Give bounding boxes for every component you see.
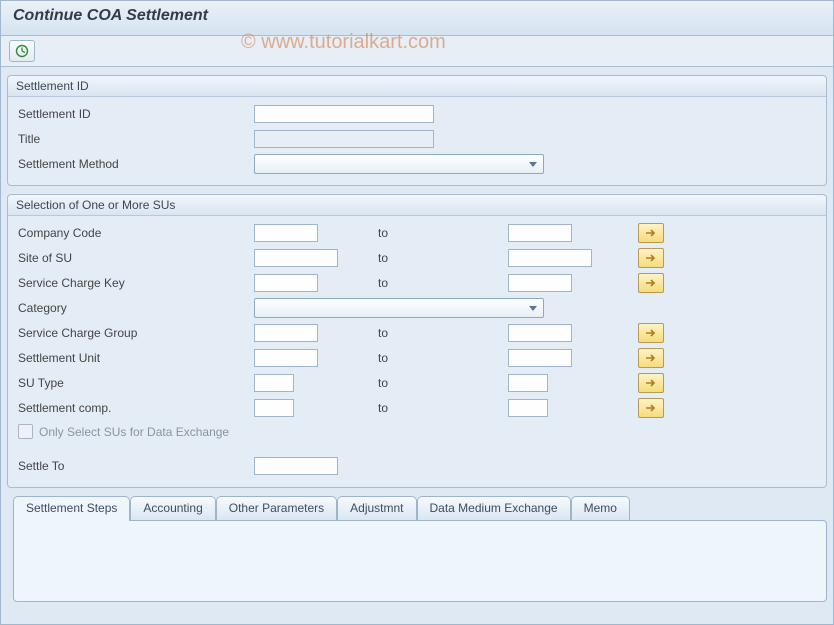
to-label: to bbox=[318, 276, 508, 290]
su-type-to[interactable] bbox=[508, 374, 548, 392]
execute-button[interactable] bbox=[9, 40, 35, 62]
site-of-su-label: Site of SU bbox=[18, 251, 254, 265]
settlement-comp-multi-btn[interactable] bbox=[638, 398, 664, 418]
category-label: Category bbox=[18, 301, 254, 315]
settlement-unit-to[interactable] bbox=[508, 349, 572, 367]
only-select-label: Only Select SUs for Data Exchange bbox=[39, 425, 229, 439]
service-charge-group-multi-btn[interactable] bbox=[638, 323, 664, 343]
tab-accounting[interactable]: Accounting bbox=[130, 496, 215, 520]
app-window: Continue COA Settlement © www.tutorialka… bbox=[0, 0, 834, 625]
tab-adjustmnt[interactable]: Adjustmnt bbox=[337, 496, 416, 520]
site-of-su-from[interactable] bbox=[254, 249, 338, 267]
service-charge-key-multi-btn[interactable] bbox=[638, 273, 664, 293]
service-charge-key-label: Service Charge Key bbox=[18, 276, 254, 290]
only-select-checkbox bbox=[18, 424, 33, 439]
settlement-comp-label: Settlement comp. bbox=[18, 401, 254, 415]
arrow-right-icon bbox=[645, 378, 657, 388]
window-title: Continue COA Settlement bbox=[13, 7, 208, 24]
title-label: Title bbox=[18, 132, 254, 146]
su-type-from[interactable] bbox=[254, 374, 294, 392]
service-charge-group-from[interactable] bbox=[254, 324, 318, 342]
title-input bbox=[254, 130, 434, 148]
site-of-su-multi-btn[interactable] bbox=[638, 248, 664, 268]
settlement-unit-from[interactable] bbox=[254, 349, 318, 367]
settlement-id-input[interactable] bbox=[254, 105, 434, 123]
settle-to-label: Settle To bbox=[18, 459, 254, 473]
to-label: to bbox=[338, 251, 508, 265]
settlement-unit-label: Settlement Unit bbox=[18, 351, 254, 365]
group-su-selection: Selection of One or More SUs Company Cod… bbox=[7, 194, 827, 488]
group-header-su: Selection of One or More SUs bbox=[8, 195, 826, 216]
group-body-su: Company Code to Site of SU to bbox=[8, 216, 826, 487]
toolbar bbox=[1, 36, 833, 67]
company-code-multi-btn[interactable] bbox=[638, 223, 664, 243]
to-label: to bbox=[318, 226, 508, 240]
tab-other-parameters[interactable]: Other Parameters bbox=[216, 496, 337, 520]
settlement-method-label: Settlement Method bbox=[18, 157, 254, 171]
arrow-right-icon bbox=[645, 228, 657, 238]
arrow-right-icon bbox=[645, 328, 657, 338]
service-charge-key-to[interactable] bbox=[508, 274, 572, 292]
company-code-from[interactable] bbox=[254, 224, 318, 242]
settlement-unit-multi-btn[interactable] bbox=[638, 348, 664, 368]
settlement-comp-from[interactable] bbox=[254, 399, 294, 417]
to-label: to bbox=[294, 376, 508, 390]
category-select[interactable] bbox=[254, 298, 544, 318]
service-charge-key-from[interactable] bbox=[254, 274, 318, 292]
to-label: to bbox=[318, 351, 508, 365]
group-header: Settlement ID bbox=[8, 76, 826, 97]
company-code-label: Company Code bbox=[18, 226, 254, 240]
site-of-su-to[interactable] bbox=[508, 249, 592, 267]
arrow-right-icon bbox=[645, 403, 657, 413]
settle-to-input[interactable] bbox=[254, 457, 338, 475]
to-label: to bbox=[318, 326, 508, 340]
only-select-row: Only Select SUs for Data Exchange bbox=[18, 424, 816, 439]
arrow-right-icon bbox=[645, 353, 657, 363]
su-type-label: SU Type bbox=[18, 376, 254, 390]
tab-settlement-steps[interactable]: Settlement Steps bbox=[13, 496, 130, 521]
clock-execute-icon bbox=[15, 44, 29, 58]
to-label: to bbox=[294, 401, 508, 415]
service-charge-group-to[interactable] bbox=[508, 324, 572, 342]
chevron-down-icon bbox=[529, 306, 537, 311]
arrow-right-icon bbox=[645, 253, 657, 263]
tab-content-area bbox=[13, 520, 827, 602]
settlement-id-label: Settlement ID bbox=[18, 107, 254, 121]
service-charge-group-label: Service Charge Group bbox=[18, 326, 254, 340]
tabstrip: Settlement Steps Accounting Other Parame… bbox=[13, 496, 827, 520]
group-settlement-id: Settlement ID Settlement ID Title Settle… bbox=[7, 75, 827, 186]
chevron-down-icon bbox=[529, 162, 537, 167]
su-type-multi-btn[interactable] bbox=[638, 373, 664, 393]
arrow-right-icon bbox=[645, 278, 657, 288]
settlement-comp-to[interactable] bbox=[508, 399, 548, 417]
settlement-method-select[interactable] bbox=[254, 154, 544, 174]
company-code-to[interactable] bbox=[508, 224, 572, 242]
group-body: Settlement ID Title Settlement Method bbox=[8, 97, 826, 185]
tab-data-medium-exchange[interactable]: Data Medium Exchange bbox=[417, 496, 571, 520]
window-title-bar: Continue COA Settlement bbox=[1, 1, 833, 36]
tab-memo[interactable]: Memo bbox=[571, 496, 630, 520]
